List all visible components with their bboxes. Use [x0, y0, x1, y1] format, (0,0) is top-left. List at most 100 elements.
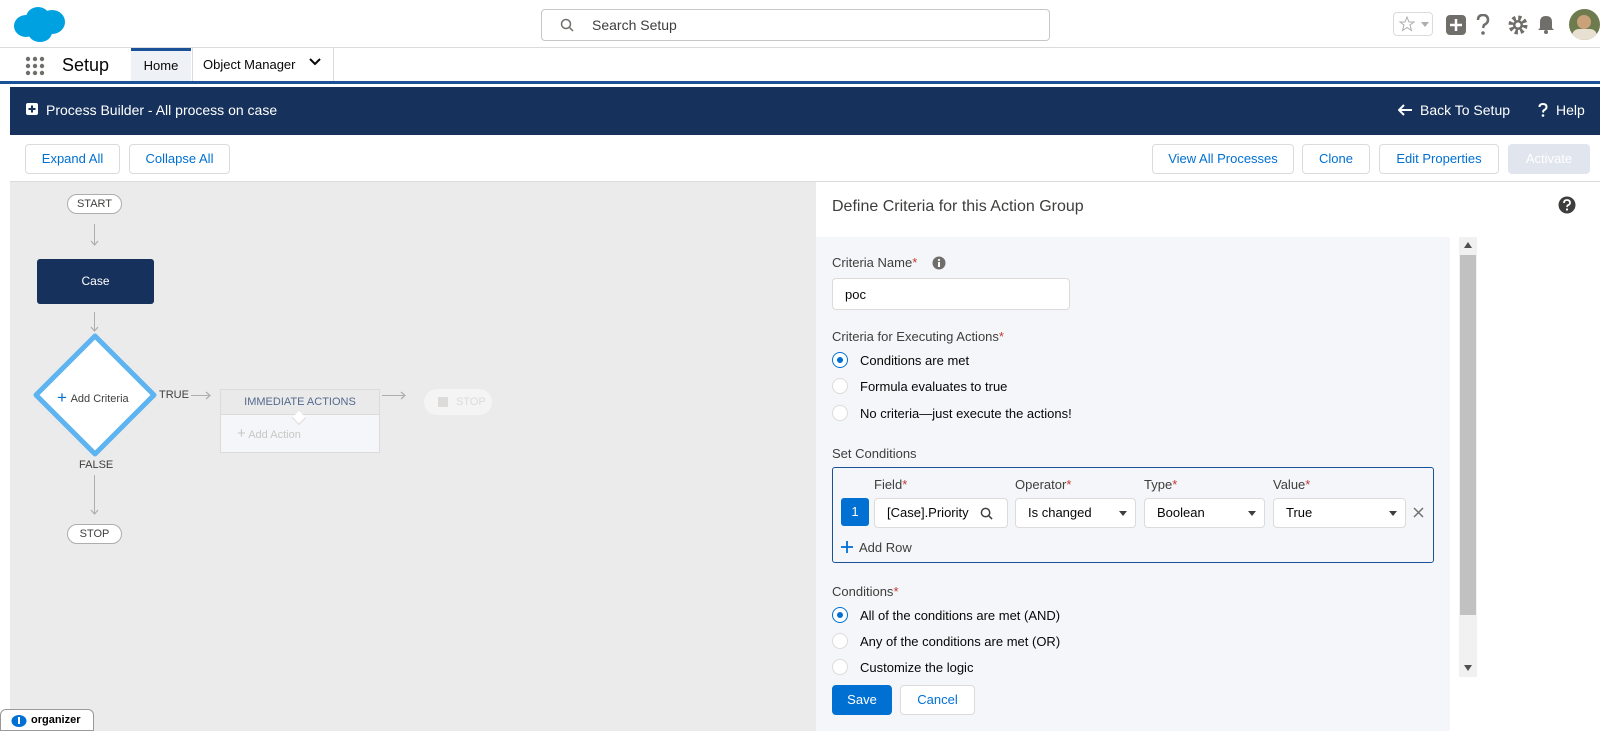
app-navigation: Setup Home Object Manager	[0, 48, 1600, 84]
radio-unselected-icon	[832, 405, 848, 421]
radio-selected-icon	[832, 352, 848, 368]
true-label: TRUE	[159, 389, 189, 401]
type-value: Boolean	[1157, 505, 1205, 520]
add-row-label: Add Row	[859, 540, 912, 555]
arrow-down-icon	[90, 509, 99, 515]
process-canvas: START Case + Add Criteria TRUE IMMEDIATE…	[10, 182, 816, 731]
radio-unselected-icon	[832, 633, 848, 649]
organizer-label: organizer	[31, 714, 81, 726]
search-input[interactable]	[592, 10, 1032, 40]
app-name: Setup	[62, 55, 110, 75]
operator-select[interactable]: Is changed	[1015, 498, 1136, 528]
arrow-right-icon	[400, 391, 406, 400]
value-value: True	[1286, 505, 1313, 520]
chevron-down-icon	[1421, 22, 1429, 27]
tab-object-manager-label: Object Manager	[203, 57, 296, 72]
executing-actions-label-text: Criteria for Executing Actions	[832, 329, 999, 344]
global-actions-icon[interactable]	[1446, 15, 1466, 35]
gear-icon[interactable]	[1507, 14, 1529, 36]
star-icon	[1399, 16, 1415, 32]
radio-unselected-icon	[832, 378, 848, 394]
process-title: Process Builder - All process on case	[46, 102, 278, 118]
field-picker[interactable]: [Case].Priority	[874, 498, 1008, 528]
tab-home[interactable]: Home	[131, 48, 191, 81]
help-label: Help	[1556, 102, 1585, 118]
tab-object-manager[interactable]: Object Manager	[192, 48, 334, 81]
type-header-text: Type	[1144, 477, 1173, 492]
stop-node-label: STOP	[456, 396, 486, 408]
avatar[interactable]	[1569, 9, 1600, 40]
info-icon[interactable]	[932, 256, 946, 270]
organizer-extension-badge[interactable]: organizer	[0, 709, 94, 731]
activate-button[interactable]: Activate	[1508, 144, 1590, 174]
search-icon[interactable]	[980, 507, 993, 520]
expand-all-button[interactable]: Expand All	[25, 144, 120, 174]
panel-title: Define Criteria for this Action Group	[832, 198, 1084, 215]
connector-line	[94, 475, 95, 513]
scrollbar-thumb[interactable]	[1460, 255, 1476, 615]
radio-label: No criteria—just execute the actions!	[860, 406, 1072, 421]
radio-label: Conditions are met	[860, 353, 970, 368]
clone-button[interactable]: Clone	[1302, 144, 1370, 174]
bell-icon[interactable]	[1537, 14, 1555, 34]
false-label: FALSE	[79, 459, 114, 471]
toolbar: Expand All Collapse All View All Process…	[10, 135, 1600, 182]
edit-properties-button[interactable]: Edit Properties	[1379, 144, 1499, 174]
add-row-button[interactable]: Add Row	[841, 540, 912, 555]
help-icon[interactable]	[1476, 14, 1490, 36]
back-to-setup-link[interactable]: Back To Setup	[1397, 102, 1510, 118]
required-marker: *	[1305, 477, 1311, 492]
scroll-up-icon[interactable]	[1464, 242, 1472, 248]
dropdown-arrow-icon	[1389, 511, 1397, 516]
immediate-actions-box: IMMEDIATE ACTIONS + Add Action	[220, 389, 380, 453]
salesforce-logo-icon[interactable]	[12, 6, 68, 44]
type-select[interactable]: Boolean	[1144, 498, 1265, 528]
favorites-button[interactable]	[1393, 12, 1433, 36]
save-button[interactable]: Save	[832, 685, 892, 715]
add-criteria-label: Add Criteria	[70, 393, 129, 405]
field-header-text: Field	[874, 477, 903, 492]
process-builder-header: Process Builder - All process on case Ba…	[10, 87, 1600, 135]
dropdown-arrow-icon	[1119, 511, 1127, 516]
type-column-header: Type*	[1144, 477, 1177, 492]
cancel-button[interactable]: Cancel	[900, 685, 975, 715]
process-icon	[26, 103, 38, 115]
radio-label: Formula evaluates to true	[860, 379, 1008, 394]
criteria-name-input[interactable]	[832, 278, 1070, 310]
close-icon[interactable]	[1413, 507, 1424, 518]
radio-unselected-icon	[832, 659, 848, 675]
panel-header: Define Criteria for this Action Group	[816, 182, 1600, 237]
add-icon: +	[237, 425, 246, 442]
required-marker: *	[893, 584, 899, 599]
add-criteria-link[interactable]: + Add Criteria	[57, 388, 129, 408]
stop-node-inline: STOP	[424, 389, 492, 415]
value-select[interactable]: True	[1273, 498, 1406, 528]
help-link[interactable]: Help	[1538, 102, 1585, 118]
app-launcher-icon[interactable]	[25, 56, 45, 76]
help-circle-icon[interactable]	[1558, 196, 1576, 214]
search-icon	[560, 18, 574, 32]
radio-label: Customize the logic	[860, 660, 974, 675]
arrow-right-icon	[205, 391, 211, 400]
help-icon	[1538, 102, 1548, 117]
add-icon: +	[57, 388, 67, 407]
panel-scrollbar[interactable]	[1459, 237, 1477, 677]
collapse-all-button[interactable]: Collapse All	[129, 144, 230, 174]
global-header	[0, 0, 1600, 48]
object-node-case[interactable]: Case	[37, 259, 154, 304]
scroll-down-icon[interactable]	[1464, 665, 1472, 671]
set-conditions-label: Set Conditions	[832, 446, 917, 461]
executing-actions-label: Criteria for Executing Actions*	[832, 329, 1004, 344]
start-node: START	[67, 194, 122, 214]
stop-icon	[438, 397, 448, 407]
criteria-name-label: Criteria Name*	[832, 255, 917, 270]
required-marker: *	[1066, 477, 1072, 492]
arrow-left-icon	[1397, 104, 1412, 116]
view-all-processes-button[interactable]: View All Processes	[1152, 144, 1294, 174]
radio-label: Any of the conditions are met (OR)	[860, 634, 1061, 649]
chevron-down-icon[interactable]	[309, 58, 321, 66]
search-box[interactable]	[541, 9, 1050, 41]
required-marker: *	[902, 477, 908, 492]
stop-node: STOP	[67, 524, 122, 544]
value-header-text: Value	[1273, 477, 1306, 492]
